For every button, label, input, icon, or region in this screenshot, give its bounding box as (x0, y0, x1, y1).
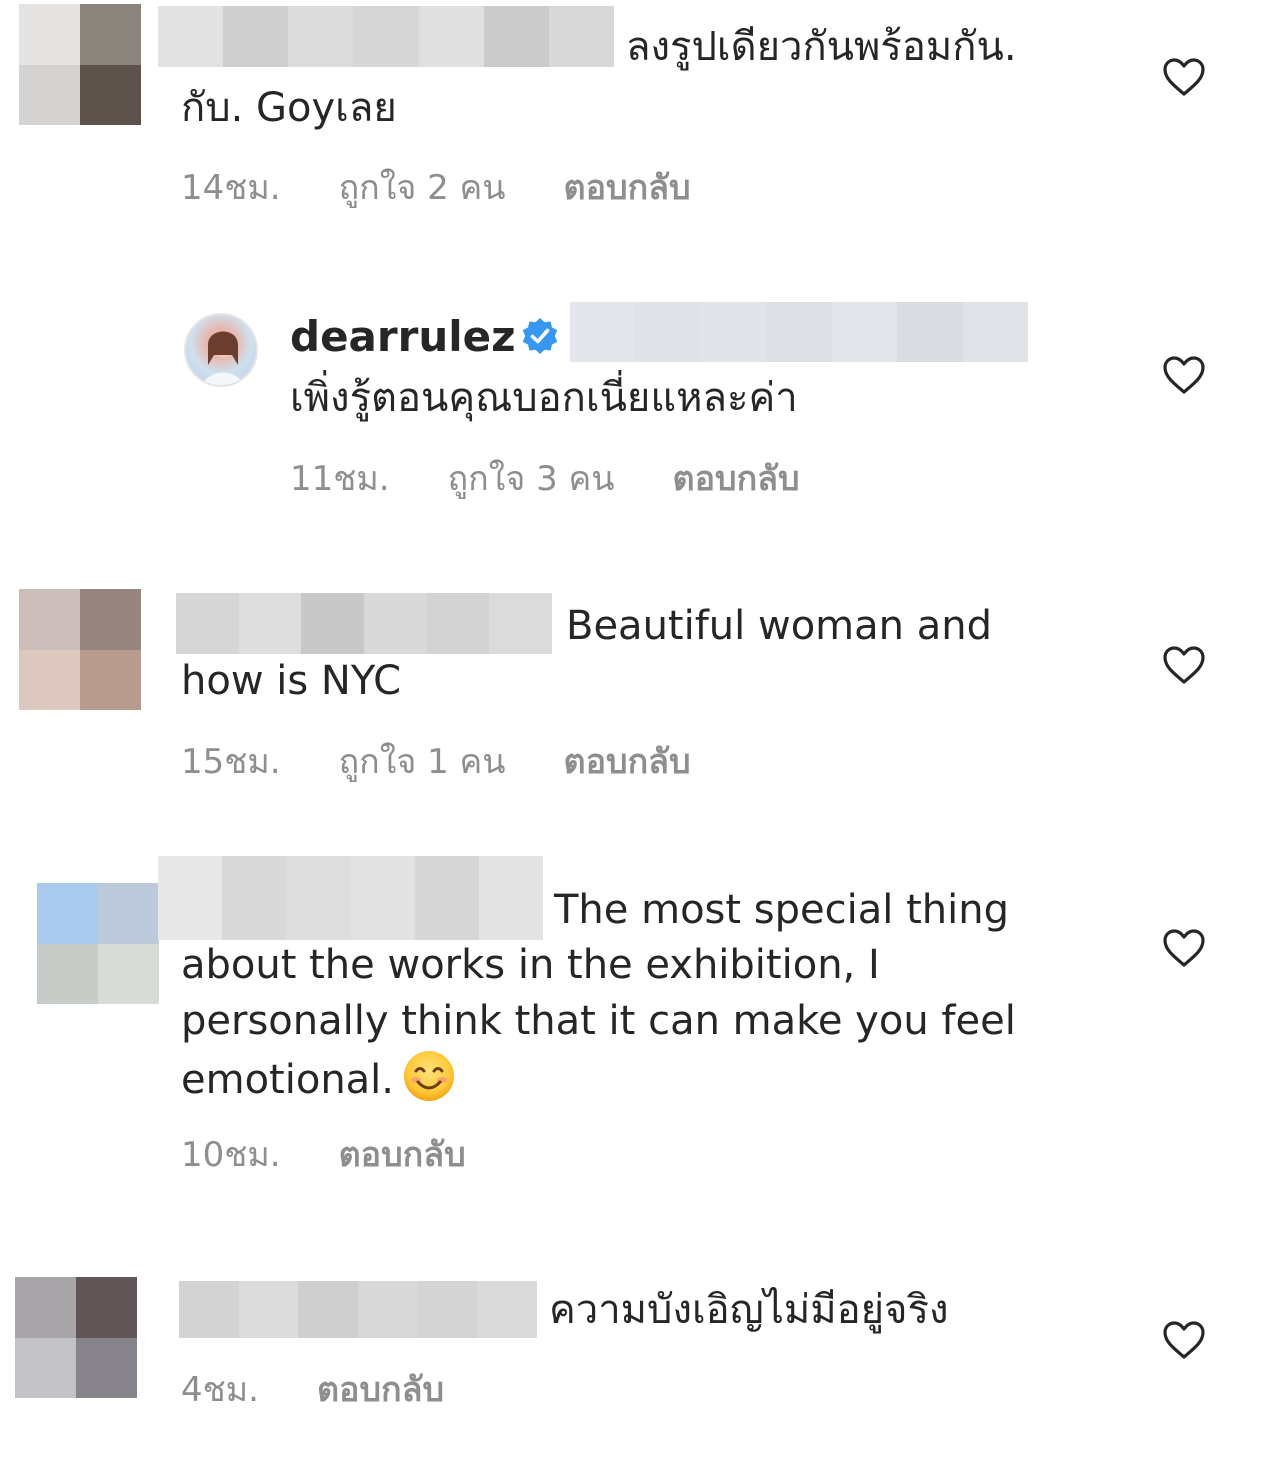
comment-meta: 14ชม. ถูกใจ 2 คน ตอบกลับ (181, 168, 691, 208)
avatar[interactable] (184, 313, 258, 387)
comment-text: เพิ่งรู้ตอนคุณบอกเนี่ยแหละค่า (290, 375, 798, 421)
username-redacted[interactable] (158, 856, 543, 940)
avatar[interactable] (19, 4, 141, 125)
comment-time[interactable]: 14ชม. (181, 168, 281, 208)
likes-count[interactable]: ถูกใจ 2 คน (339, 168, 506, 208)
comment-text: ความบังเอิญไม่มีอยู่จริง (549, 1287, 949, 1333)
comment-text: The most special thing (554, 887, 1009, 933)
reply-button[interactable]: ตอบกลับ (673, 459, 800, 499)
avatar[interactable] (37, 883, 159, 1004)
heart-outline-icon[interactable] (1162, 57, 1206, 97)
profile-photo (203, 331, 243, 385)
comment-time[interactable]: 4ชม. (181, 1370, 259, 1410)
username-redacted[interactable] (179, 1281, 537, 1338)
username-redacted[interactable] (158, 6, 614, 67)
smiling-face-emoji-icon (402, 1049, 456, 1103)
comment-meta: 4ชม. ตอบกลับ (181, 1370, 444, 1410)
heart-outline-icon[interactable] (1162, 645, 1206, 685)
heart-outline-icon[interactable] (1162, 355, 1206, 395)
comment-meta: 10ชม. ตอบกลับ (181, 1135, 466, 1175)
heart-outline-icon[interactable] (1162, 928, 1206, 968)
comment-text: Beautiful woman and (566, 603, 992, 649)
comment-text-continued: about the works in the exhibition, I per… (181, 942, 1016, 1103)
comment-meta: 15ชม. ถูกใจ 1 คน ตอบกลับ (181, 742, 691, 782)
mention-redacted[interactable] (570, 302, 1028, 362)
comment-time[interactable]: 10ชม. (181, 1135, 281, 1175)
comment-meta: 11ชม. ถูกใจ 3 คน ตอบกลับ (290, 459, 800, 499)
reply-button[interactable]: ตอบกลับ (564, 168, 691, 208)
username-redacted[interactable] (176, 593, 552, 654)
comment-text: about the works in the exhibition, I per… (181, 937, 1091, 1108)
likes-count[interactable]: ถูกใจ 3 คน (448, 459, 615, 499)
comment-text: ลงรูปเดียวกันพร้อมกัน. (626, 24, 1017, 70)
username[interactable]: dearrulez (290, 312, 516, 361)
heart-outline-icon[interactable] (1162, 1320, 1206, 1360)
avatar[interactable] (19, 589, 141, 710)
comment-text: how is NYC (181, 658, 402, 704)
reply-button[interactable]: ตอบกลับ (317, 1370, 444, 1410)
comment-text: กับ. Goyเลย (181, 85, 397, 131)
comment-time[interactable]: 11ชม. (290, 459, 390, 499)
comment-time[interactable]: 15ชม. (181, 742, 281, 782)
likes-count[interactable]: ถูกใจ 1 คน (339, 742, 506, 782)
reply-button[interactable]: ตอบกลับ (339, 1135, 466, 1175)
verified-badge-icon (521, 317, 559, 355)
avatar[interactable] (15, 1277, 137, 1398)
reply-button[interactable]: ตอบกลับ (564, 742, 691, 782)
